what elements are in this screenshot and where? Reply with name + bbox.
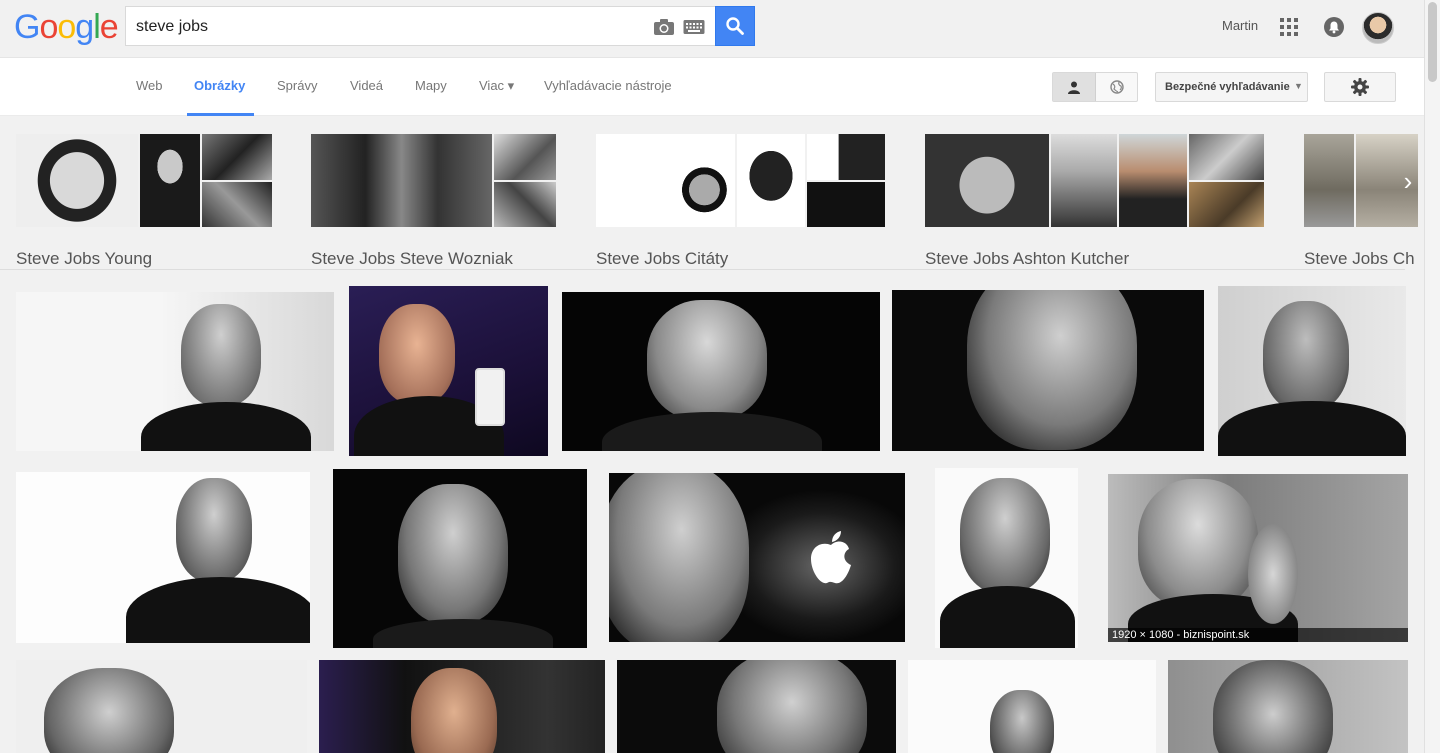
chevron-down-icon: ▼ [1294, 81, 1303, 91]
search-button[interactable] [715, 6, 755, 46]
image-result[interactable] [908, 660, 1156, 753]
image-result[interactable] [562, 292, 880, 451]
image-result[interactable] [935, 468, 1078, 648]
chevron-right-icon[interactable]: › [1396, 166, 1420, 196]
tab-maps[interactable]: Mapy [415, 78, 447, 93]
related-thumbnail [140, 134, 200, 227]
related-searches: Steve Jobs Young Steve Jobs Steve Woznia… [0, 117, 1424, 271]
keyboard-icon[interactable] [683, 19, 705, 35]
image-result[interactable] [16, 660, 307, 753]
active-tab-indicator [187, 113, 254, 116]
related-search-label: Steve Jobs Young [16, 249, 153, 268]
related-search-label: Steve Jobs Ashton Kutcher [925, 249, 1130, 268]
logo-letter: G [14, 8, 40, 46]
related-search-label: Steve Jobs Citáty [596, 249, 729, 268]
image-result[interactable] [333, 469, 587, 648]
tab-web[interactable]: Web [136, 78, 163, 93]
tab-more[interactable]: Viac ▾ [479, 78, 514, 94]
related-thumbnail [807, 134, 885, 180]
related-thumbnail [1119, 134, 1187, 227]
related-thumbnail [311, 134, 492, 227]
tab-news[interactable]: Správy [277, 78, 317, 93]
safesearch-label: Bezpečné vyhľadávanie [1165, 81, 1290, 93]
apps-icon[interactable] [1280, 18, 1298, 36]
related-thumbnail [16, 134, 138, 227]
related-thumbnail [596, 134, 735, 227]
results-filter-toggle [1052, 72, 1138, 102]
tab-images[interactable]: Obrázky [194, 78, 245, 93]
image-result[interactable] [16, 472, 310, 643]
related-thumbnail [202, 134, 272, 180]
search-tabs-bar: Web Obrázky Správy Videá Mapy Viac ▾ Vyh… [0, 57, 1424, 116]
notifications-icon[interactable] [1323, 16, 1345, 38]
related-thumbnail [494, 134, 556, 180]
related-thumbnail [494, 182, 556, 227]
related-thumbnail [925, 134, 1049, 227]
related-search-card[interactable]: Steve Jobs Steve Wozniak [311, 134, 556, 268]
avatar[interactable] [1362, 12, 1394, 44]
settings-button[interactable] [1324, 72, 1396, 102]
personal-results-button[interactable] [1053, 73, 1096, 101]
logo-letter: e [99, 8, 119, 46]
related-search-card[interactable]: Steve Jobs Ch › [1304, 134, 1424, 269]
user-name[interactable]: Martin [1222, 18, 1258, 33]
related-search-label: Steve Jobs Ch [1304, 249, 1424, 269]
image-result[interactable] [1168, 660, 1408, 753]
camera-icon[interactable] [653, 18, 675, 36]
related-thumbnail [202, 182, 272, 227]
image-result[interactable] [319, 660, 605, 753]
globe-icon [1110, 80, 1124, 94]
safesearch-dropdown[interactable]: Bezpečné vyhľadávanie ▼ [1155, 72, 1308, 102]
tab-videos[interactable]: Videá [350, 78, 383, 93]
image-result[interactable] [892, 290, 1204, 451]
logo-letter: g [75, 8, 94, 46]
gear-icon [1351, 78, 1369, 96]
tab-search-tools[interactable]: Vyhľadávacie nástroje [544, 78, 672, 93]
google-logo[interactable]: Google [14, 8, 119, 47]
logo-letter: o [39, 8, 58, 46]
related-search-card[interactable]: Steve Jobs Citáty [596, 134, 885, 268]
scrollbar[interactable] [1424, 0, 1440, 753]
header: Google Martin [0, 0, 1424, 56]
related-thumbnail [737, 134, 805, 227]
related-search-label: Steve Jobs Steve Wozniak [311, 249, 513, 268]
image-result[interactable]: 1920 × 1080 - biznispoint.sk [1108, 474, 1408, 642]
related-thumbnail [1304, 134, 1354, 227]
global-results-button[interactable] [1096, 73, 1138, 101]
logo-letter: o [57, 8, 76, 46]
related-thumbnail [1051, 134, 1117, 227]
related-thumbnail [1189, 182, 1264, 227]
image-result[interactable] [1218, 286, 1406, 456]
image-caption: 1920 × 1080 - biznispoint.sk [1108, 628, 1408, 642]
search-box [125, 6, 715, 46]
related-search-card[interactable]: Steve Jobs Ashton Kutcher [925, 134, 1264, 268]
search-input[interactable] [136, 16, 616, 38]
image-result[interactable] [617, 660, 896, 753]
scrollbar-thumb[interactable] [1428, 2, 1437, 82]
image-result[interactable] [609, 473, 905, 642]
apple-logo [811, 531, 851, 584]
related-search-card[interactable]: Steve Jobs Young [16, 134, 272, 268]
image-result[interactable] [16, 292, 334, 451]
divider [0, 269, 1405, 270]
person-icon [1068, 81, 1080, 94]
image-result[interactable] [349, 286, 548, 456]
search-icon [726, 17, 744, 35]
related-thumbnail [807, 182, 885, 227]
related-thumbnail [1189, 134, 1264, 180]
